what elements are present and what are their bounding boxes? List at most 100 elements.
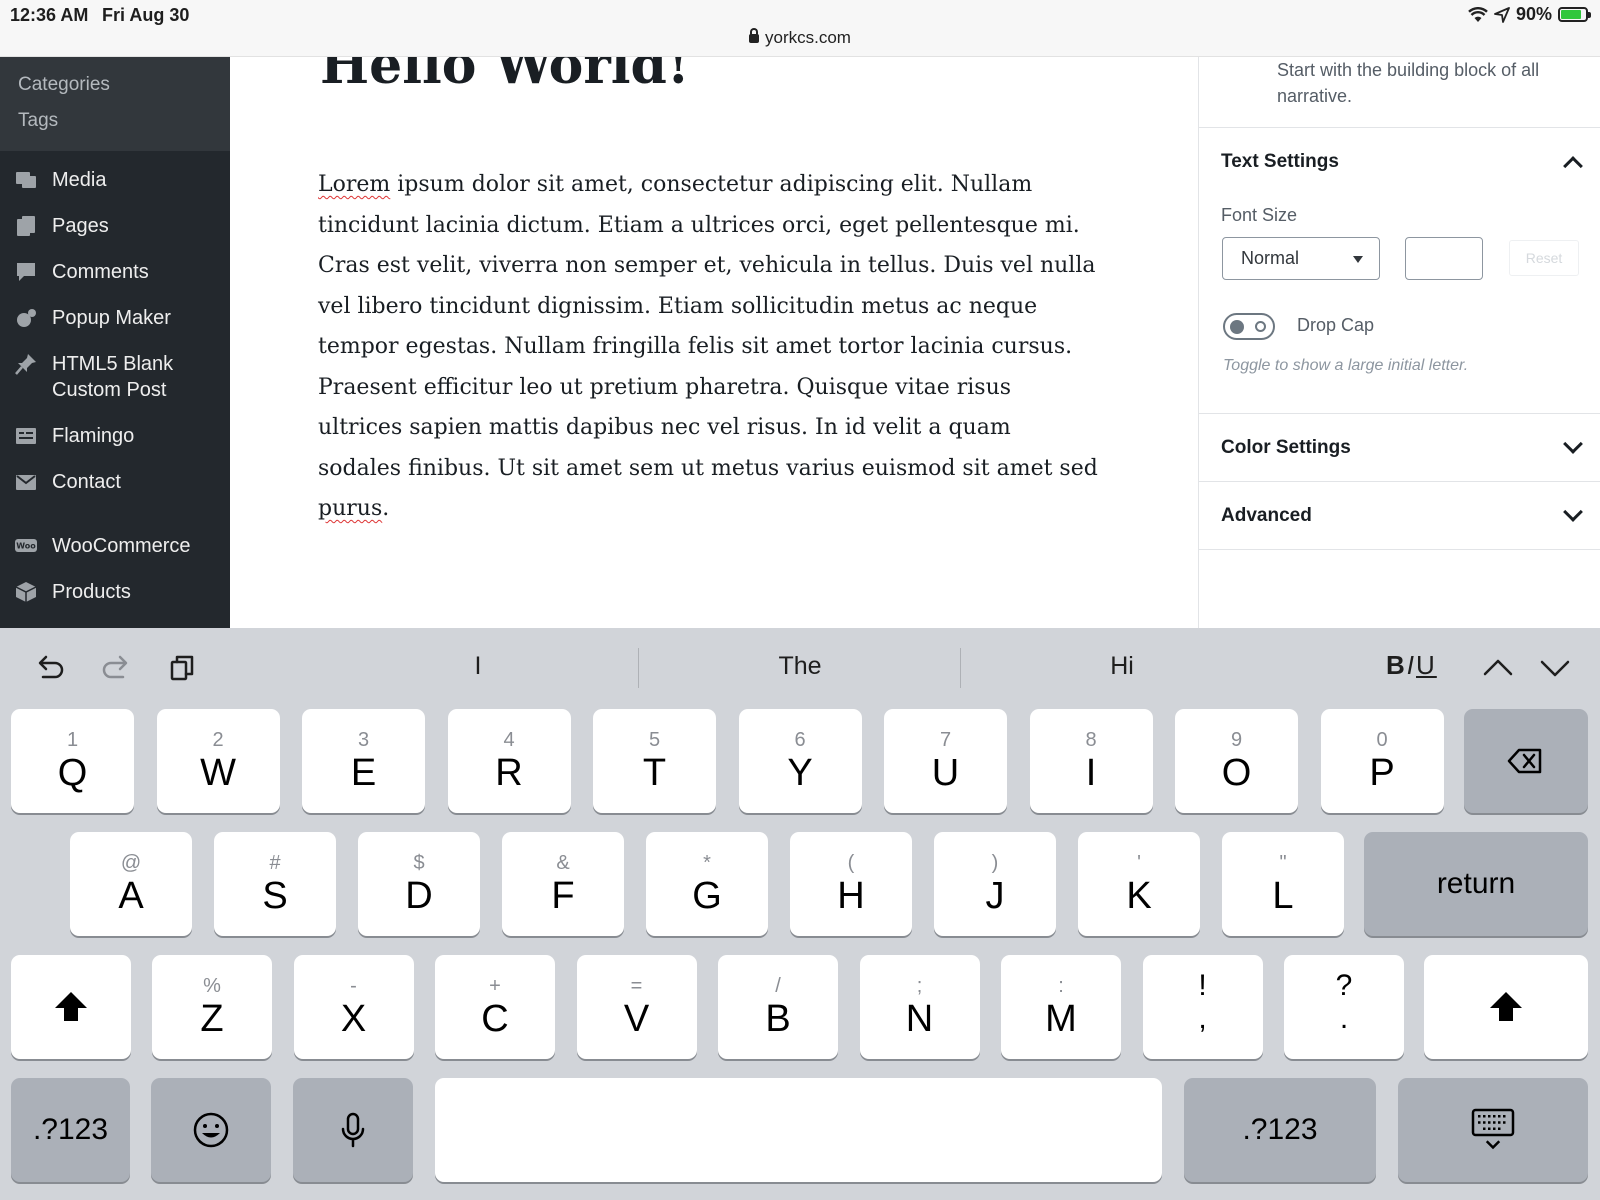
sidebar-item-popup-maker[interactable]: Popup Maker [0,295,230,341]
status-date: Fri Aug 30 [102,5,190,25]
space-bar[interactable] [435,1078,1162,1182]
key-v[interactable]: = V [576,955,697,1059]
suggestion-1[interactable]: I [318,652,638,681]
key-alt-label: / [775,975,781,997]
paragraph-end: . [382,496,390,521]
key-c[interactable]: + C [435,955,555,1059]
key-k[interactable]: ' K [1078,832,1200,936]
key-g[interactable]: * G [646,832,768,936]
sidebar-item-flamingo[interactable]: Flamingo [0,413,230,459]
key-label: S [262,875,288,917]
key-alt-label: " [1279,852,1287,874]
key-d[interactable]: $ D [358,832,480,936]
key-i[interactable]: 8I [1029,709,1153,813]
admin-sidebar: Categories Tags Media Pages Comments Pop… [0,57,230,628]
key-q[interactable]: 1Q [11,709,134,813]
key-label: T [642,752,667,794]
sidebar-item-media[interactable]: Media [0,157,230,203]
numbers-key-left[interactable]: .?123 [11,1078,130,1182]
key-l[interactable]: " L [1222,832,1344,936]
key-label: P [1369,752,1395,794]
key-o[interactable]: 9O [1175,709,1298,813]
next-field-button[interactable] [1535,648,1575,688]
sidebar-item-woocommerce[interactable]: Woo WooCommerce [0,523,230,569]
key-a[interactable]: @ A [70,832,192,936]
key-period[interactable]: ?. [1284,955,1404,1059]
key-alt-label: : [1058,975,1064,997]
return-key[interactable]: return [1364,832,1588,936]
previous-field-button[interactable] [1478,648,1518,688]
lock-icon [749,28,760,43]
text-settings-title: Text Settings [1221,151,1339,172]
key-w[interactable]: 2W [156,709,280,813]
key-comma[interactable]: !, [1142,955,1263,1059]
mail-icon [12,469,40,495]
paragraph-text: ipsum dolor sit amet, consectetur adipis… [318,172,1098,481]
sidebar-item-label: Popup Maker [52,307,171,329]
key-alt-label: 0 [1376,729,1388,751]
sidebar-item-products[interactable]: Products [0,569,230,615]
svg-text:Woo: Woo [16,542,36,551]
key-b[interactable]: / B [718,955,838,1059]
misspelled-word: purus [318,496,383,521]
emoji-icon [193,1112,229,1148]
redo-icon [102,655,128,679]
key-alt-label: 9 [1230,729,1243,751]
key-f[interactable]: & F [502,832,624,936]
key-alt-label: % [203,975,221,997]
key-y[interactable]: 6Y [738,709,862,813]
hide-keyboard-key[interactable] [1398,1078,1588,1182]
key-z[interactable]: % Z [152,955,272,1059]
key-label: H [837,875,865,917]
key-t[interactable]: 5T [593,709,716,813]
sidebar-item-html5-blank[interactable]: HTML5 Blank Custom Post [0,341,230,413]
key-n[interactable]: ; N [859,955,980,1059]
suggestion-3[interactable]: Hi [962,652,1282,681]
submenu-item-categories[interactable]: Categories [0,67,230,103]
key-s[interactable]: # S [214,832,336,936]
key-r[interactable]: 4R [447,709,571,813]
address-bar[interactable]: yorkcs.com [0,28,1600,48]
advanced-title: Advanced [1221,505,1312,526]
key-x[interactable]: -X [293,955,414,1059]
key-label: L [1272,875,1294,917]
battery-icon [1558,7,1591,22]
sidebar-item-label: Contact [52,471,121,493]
sidebar-item-comments[interactable]: Comments [0,249,230,295]
suggestion-2[interactable]: The [640,652,960,681]
drop-cap-toggle[interactable] [1223,313,1275,340]
font-size-select[interactable]: Normal [1222,237,1380,280]
key-p[interactable]: 0P [1320,709,1444,813]
status-bar: 12:36 AM Fri Aug 30 yorkcs.com 90% [0,0,1600,57]
delete-key[interactable] [1464,709,1588,813]
key-j[interactable]: ) J [934,832,1056,936]
key-h[interactable]: (H [790,832,912,936]
key-alt-label: 4 [503,729,515,751]
key-label: E [350,752,377,794]
sidebar-item-contact[interactable]: Contact [0,459,230,505]
key-e[interactable]: 3E [302,709,425,813]
sidebar-item-pages[interactable]: Pages [0,203,230,249]
format-button[interactable]: BIU [1386,650,1437,681]
emoji-key[interactable] [151,1078,271,1182]
submenu-item-tags[interactable]: Tags [0,103,230,139]
key-m[interactable]: :M [1001,955,1121,1059]
key-u[interactable]: 7U [884,709,1007,813]
key-label: U [931,752,960,794]
undo-button[interactable] [30,648,70,688]
key-alt-label: @ [120,852,142,874]
key-alt-label: ) [991,852,999,874]
numbers-key-right[interactable]: .?123 [1184,1078,1376,1182]
shift-key-right[interactable] [1424,955,1588,1059]
shift-key-left[interactable] [11,955,131,1059]
key-alt-label: 7 [939,729,952,751]
reset-button[interactable]: Reset [1509,240,1579,276]
custom-font-size-input[interactable] [1405,237,1483,280]
post-title[interactable]: Hello World! [320,57,690,96]
redo-button[interactable] [96,648,136,688]
paragraph-block[interactable]: Lorem ipsum dolor sit amet, consectetur … [318,165,1098,530]
dictation-key[interactable] [293,1078,413,1182]
clipboard-icon [170,655,194,681]
paste-button[interactable] [162,648,202,688]
pages-icon [12,213,40,239]
